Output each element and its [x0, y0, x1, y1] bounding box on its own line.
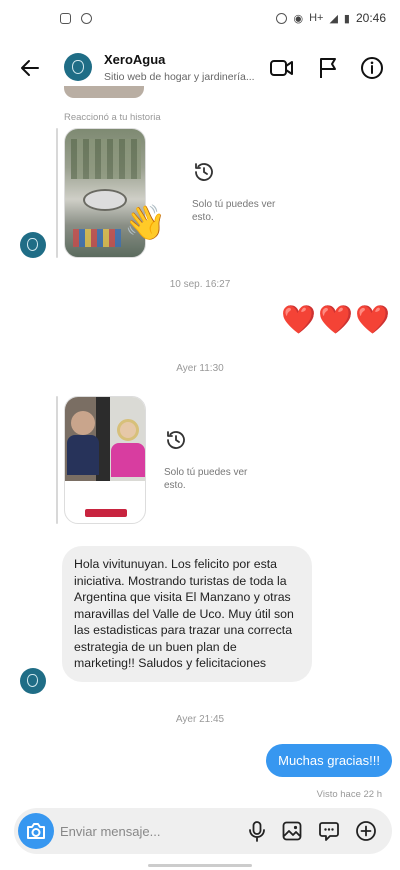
contact-name[interactable]: XeroAgua — [104, 52, 165, 67]
instagram-icon — [60, 13, 71, 24]
gallery-button[interactable] — [279, 818, 305, 844]
battery-icon: ▮ — [343, 12, 350, 25]
story-image-trees — [71, 139, 141, 179]
hearts-message[interactable]: ❤️❤️❤️ — [281, 306, 392, 334]
video-call-icon — [270, 60, 293, 76]
story-image-sticker — [85, 509, 127, 517]
contact-avatar[interactable] — [64, 53, 92, 81]
add-icon — [356, 821, 376, 841]
timestamp-1: 10 sep. 16:27 — [169, 279, 231, 290]
eye-icon: ◉ — [293, 12, 304, 25]
microphone-icon — [249, 821, 265, 842]
story-image-person-1 — [67, 435, 99, 475]
signal-text: H+ — [309, 12, 324, 24]
sync-icon — [81, 13, 92, 24]
voice-message-button[interactable] — [244, 818, 270, 844]
droplet-logo-icon — [27, 238, 38, 251]
droplet-logo-icon — [27, 674, 38, 687]
story-quote-line — [56, 128, 58, 258]
report-button[interactable] — [314, 54, 342, 82]
droplet-logo-icon — [72, 60, 84, 74]
history-icon — [195, 163, 213, 181]
more-options-button[interactable] — [353, 818, 379, 844]
incoming-message-bubble[interactable]: Hola vivitunuyan. Los felicito por esta … — [62, 546, 312, 682]
story-image-person-2-head — [117, 419, 139, 441]
history-icon — [167, 431, 185, 449]
alarm-icon — [276, 12, 288, 24]
back-button[interactable] — [16, 54, 44, 82]
story-private-note-1: Solo tú puedes ver esto. — [192, 199, 276, 223]
status-bar: ◉ H+ ◢ ▮ 20:46 — [0, 0, 400, 40]
story-quote-line — [56, 396, 58, 524]
status-left-icons — [60, 13, 92, 24]
sender-avatar-2[interactable] — [20, 668, 46, 694]
story-thumbnail-2[interactable] — [64, 396, 146, 524]
story-private-note-2: Solo tú puedes ver esto. — [164, 467, 248, 491]
flag-icon — [320, 58, 336, 78]
sticker-button[interactable] — [316, 818, 342, 844]
status-time: 20:46 — [355, 11, 386, 25]
waving-hand-reaction: 👋 — [124, 204, 167, 242]
story-image-person-1-head — [71, 411, 95, 435]
camera-icon — [27, 823, 45, 839]
message-composer — [14, 808, 392, 854]
contact-subtitle: Sitio web de hogar y jardinería... — [104, 71, 255, 83]
timestamp-2: Ayer 11:30 — [176, 363, 224, 374]
timestamp-3: Ayer 21:45 — [175, 714, 225, 725]
back-arrow-icon — [21, 60, 39, 76]
sticker-icon — [319, 822, 339, 841]
info-button[interactable] — [358, 54, 386, 82]
message-input[interactable] — [60, 821, 230, 841]
story-image-plaza — [83, 189, 127, 211]
gallery-icon — [282, 821, 302, 841]
seen-status: Visto hace 22 h — [316, 789, 382, 800]
outgoing-message-bubble[interactable]: Muchas gracias!!! — [266, 744, 392, 777]
home-indicator[interactable] — [148, 864, 252, 867]
info-icon — [361, 57, 383, 79]
sender-avatar-1[interactable] — [20, 232, 46, 258]
previous-story-fragment[interactable] — [64, 86, 144, 98]
signal-icon: ◢ — [329, 12, 338, 25]
story-image-person-2 — [111, 443, 145, 477]
status-right: ◉ H+ ◢ ▮ 20:46 — [276, 11, 386, 25]
chat-header: XeroAgua Sitio web de hogar y jardinería… — [0, 40, 400, 96]
story-image-flags — [73, 229, 121, 247]
video-call-button[interactable] — [268, 54, 296, 82]
camera-button[interactable] — [18, 813, 54, 849]
story-reaction-label: Reaccionó a tu historia — [64, 112, 161, 123]
